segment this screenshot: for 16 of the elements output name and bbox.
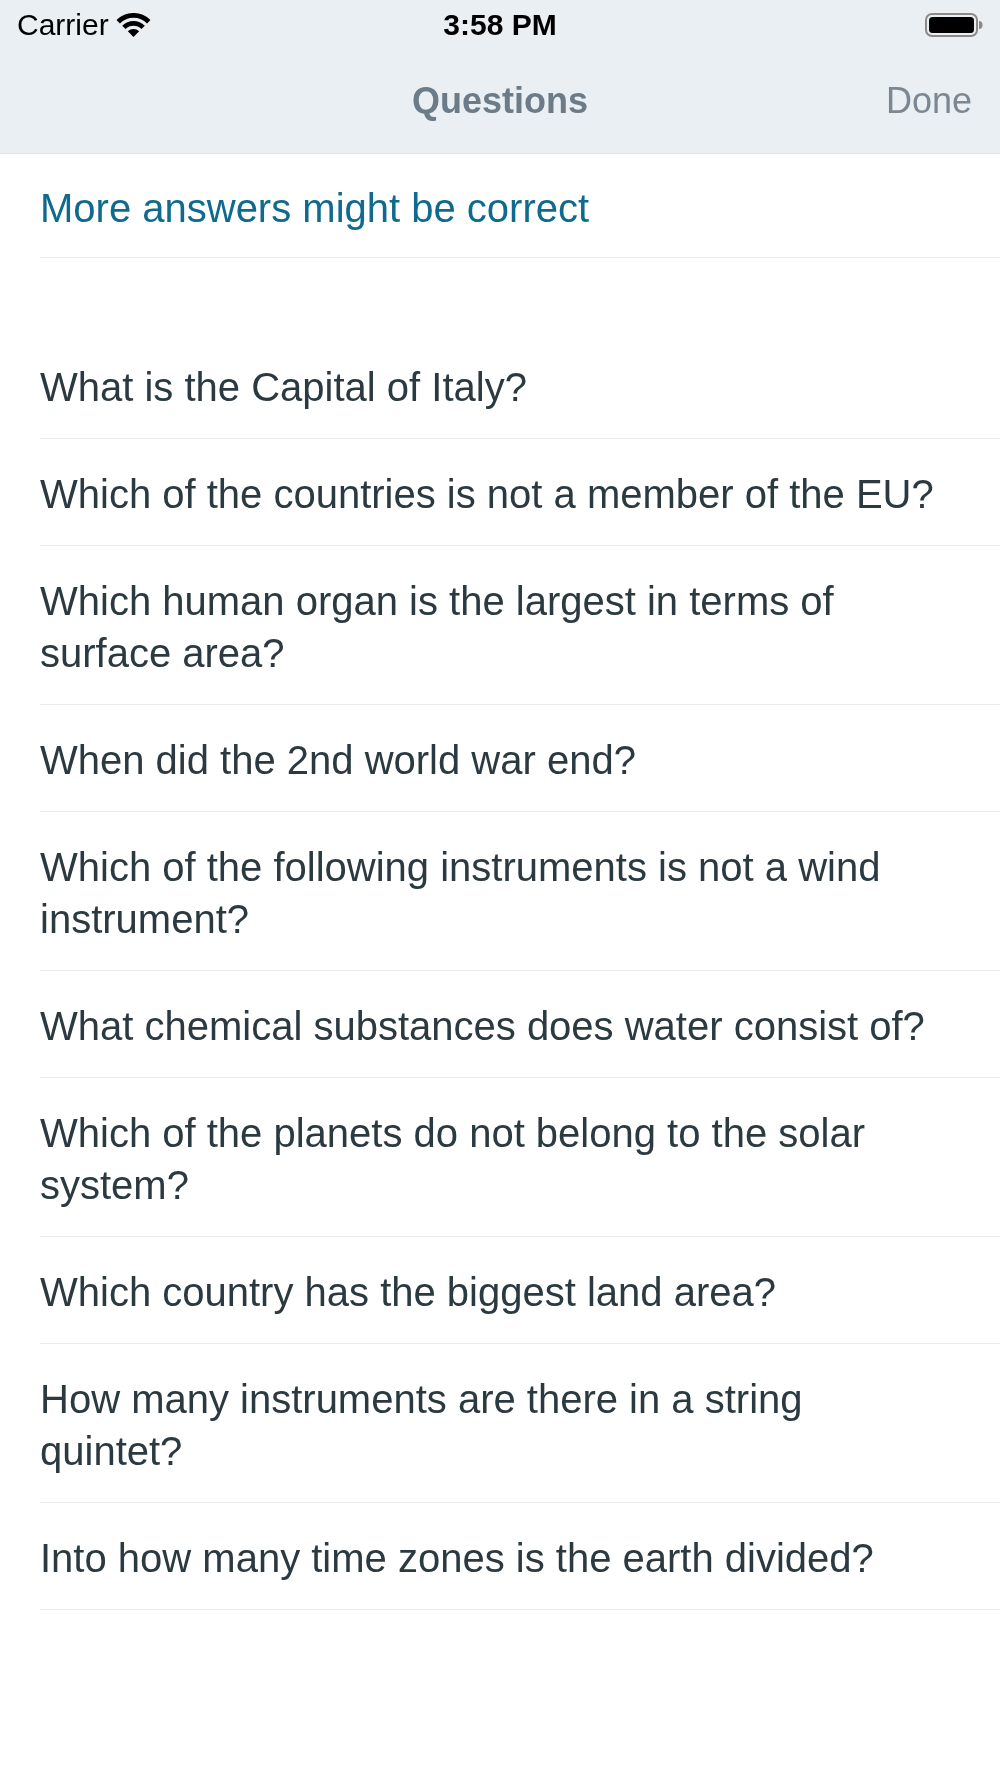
battery-icon — [925, 13, 983, 37]
question-row[interactable]: When did the 2nd world war end? — [40, 705, 1000, 812]
carrier-name: Carrier — [17, 10, 109, 40]
question-row[interactable]: Which of the countries is not a member of the EU? — [40, 439, 1000, 546]
question-row[interactable]: What is the Capital of Italy? — [40, 332, 1000, 439]
question-row[interactable]: Which of the following instruments is not a wind instrument? — [40, 812, 1000, 971]
question-row[interactable]: Into how many time zones is the earth divided? — [40, 1503, 1000, 1610]
question-row[interactable]: How many instruments are there in a string quintet? — [40, 1344, 1000, 1503]
question-row[interactable]: Which country has the biggest land area? — [40, 1237, 1000, 1344]
question-row[interactable]: Which human organ is the largest in terms of surface area? — [40, 546, 1000, 705]
question-row[interactable]: Which of the planets do not belong to the solar system? — [40, 1078, 1000, 1237]
hint-text: More answers might be correct — [40, 154, 1000, 258]
clock-time: 3:58 PM — [443, 10, 557, 40]
screen-title: Questions — [411, 78, 588, 123]
wifi-icon — [115, 13, 151, 37]
question-row[interactable]: What chemical substances does water consist of? — [40, 971, 1000, 1078]
